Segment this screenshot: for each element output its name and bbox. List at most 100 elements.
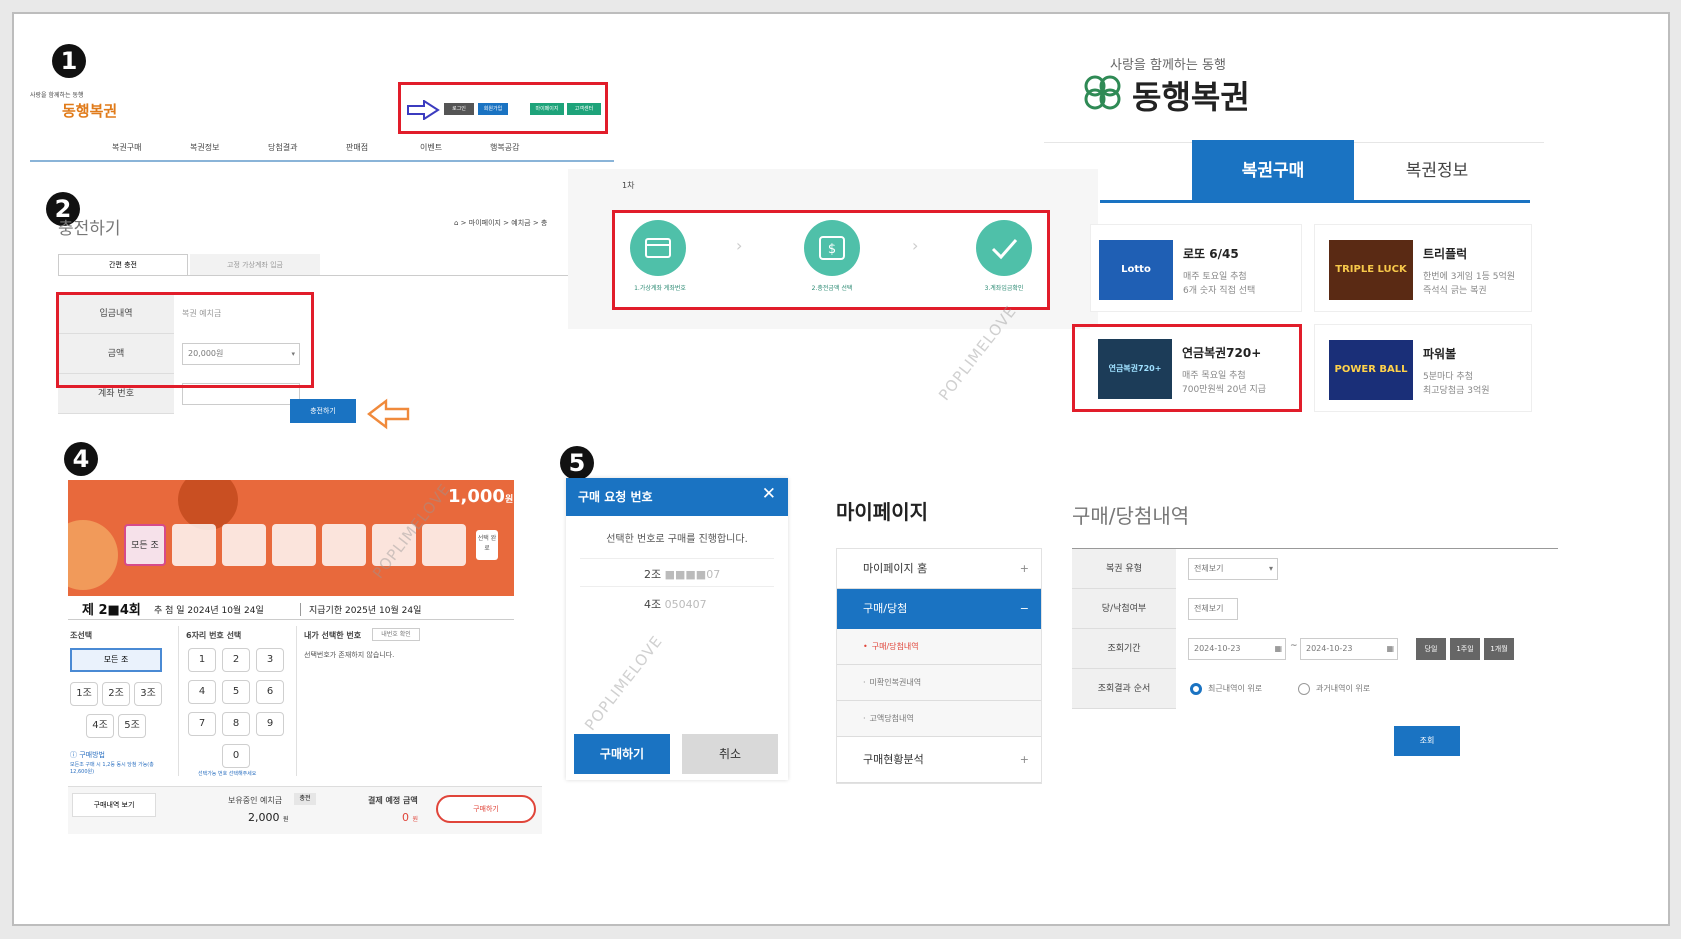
history-filter-form: 복권 유형 전체보기 ▾ 당/낙첨여부 전체보기 조회기간 2024-10-23 ▦… [1072, 549, 1558, 709]
digit-5-key[interactable]: 5 [222, 680, 250, 704]
charge-page-title: 충전하기 [58, 219, 121, 239]
column-divider [178, 626, 179, 776]
tab-divider [58, 275, 578, 276]
digit-2-key[interactable]: 2 [222, 648, 250, 672]
shop-logo-name[interactable]: 동행복권 [1132, 72, 1250, 118]
charge-chip[interactable]: 충전 [294, 793, 316, 805]
login-button[interactable]: 로그인 [444, 103, 474, 115]
digit-0-key[interactable]: 0 [222, 744, 250, 768]
date-to-field[interactable]: 2024-10-23 ▦ [1300, 638, 1398, 660]
product-name: 로또 6/45 [1183, 247, 1239, 261]
product-card-lotto[interactable]: Lotto 로또 6/45 매주 토요일 추첨 6개 숫자 직접 선택 [1090, 224, 1302, 312]
win-status-select[interactable]: 전체보기 [1188, 598, 1238, 620]
digit-1-key[interactable]: 1 [188, 648, 216, 672]
menu-item-mypage-home[interactable]: 마이페이지 홈 + [837, 549, 1041, 589]
nav-item-results[interactable]: 당첨결과 [268, 142, 297, 153]
signup-button[interactable]: 회원가입 [478, 103, 508, 115]
arrow-left-icon [367, 398, 410, 430]
digit-9-key[interactable]: 9 [256, 712, 284, 736]
draw-date: 추 첨 일 2024년 10월 24일 [154, 606, 264, 616]
number-slot [322, 524, 366, 566]
date-from-field[interactable]: 2024-10-23 ▦ [1188, 638, 1286, 660]
step-amount-label: 2.충전금액 선택 [811, 285, 853, 292]
menu-item-purchase-win[interactable]: 구매/당첨 − [837, 589, 1041, 629]
round-number: 제 2■4회 [82, 603, 141, 618]
search-button[interactable]: 조회 [1394, 726, 1460, 756]
product-name: 파워볼 [1423, 347, 1457, 361]
nav-item-stores[interactable]: 판매점 [346, 142, 368, 153]
tab-lottery-buy[interactable]: 복권구매 [1192, 140, 1354, 202]
mypage-button[interactable]: 마이페이지 [530, 103, 564, 115]
leaf-decoration [68, 520, 118, 590]
select-done-chip[interactable]: 선택 완료 [476, 530, 498, 560]
request-row: 4조 050407 [644, 598, 707, 611]
range-today-button[interactable]: 당일 [1416, 638, 1446, 660]
order-past-radio[interactable] [1298, 683, 1310, 695]
my-numbers-check-button[interactable]: 내번호 확인 [372, 628, 420, 641]
close-icon[interactable]: ✕ [762, 484, 776, 504]
site-logo[interactable]: 동행복권 [62, 100, 117, 121]
dialog-divider [580, 558, 774, 559]
step-1-marker: 1 [52, 44, 86, 78]
digit-3-key[interactable]: 3 [256, 648, 284, 672]
nav-item-events[interactable]: 이벤트 [420, 142, 442, 153]
mypage-title: 마이페이지 [836, 500, 928, 524]
number-slot [222, 524, 266, 566]
pay-amount-label: 결제 예정 금액 [368, 796, 418, 805]
digit-4-key[interactable]: 4 [188, 680, 216, 704]
digits-note: 선택가능 번호 선택해주세요 [198, 771, 257, 777]
product-card-tripleluck[interactable]: TRIPLE LUCK 트리플럭 한번에 3게임 1등 5억원 즉석식 긁는 복… [1314, 224, 1532, 312]
product-desc: 매주 토요일 추첨 [1183, 272, 1247, 282]
charge-button[interactable]: 충전하기 [290, 399, 356, 423]
digit-7-key[interactable]: 7 [188, 712, 216, 736]
nav-item-info[interactable]: 복권정보 [190, 142, 219, 153]
tab-lottery-info[interactable]: 복권정보 [1356, 140, 1518, 202]
calendar-icon[interactable]: ▦ [1274, 639, 1282, 659]
deposit-label: 보유중인 예치금 [228, 796, 283, 805]
customer-center-button[interactable]: 고객센터 [567, 103, 601, 115]
view-history-button[interactable]: 구매내역 보기 [72, 793, 156, 817]
breadcrumb: ⌂ > 마이페이지 > 예치금 > 충 [454, 219, 548, 227]
group-1-button[interactable]: 1조 [70, 682, 98, 706]
digits-title: 6자리 번호 선택 [186, 631, 242, 640]
chevron-right-icon: › [736, 236, 743, 255]
step-confirm-icon [976, 220, 1032, 276]
product-card-powerball[interactable]: POWER BALL 파워볼 5분마다 추첨 최고당첨금 3억원 [1314, 324, 1532, 412]
number-slot [422, 524, 466, 566]
nav-item-buy[interactable]: 복권구매 [112, 142, 141, 153]
history-title: 구매/당첨내역 [1072, 504, 1190, 528]
submenu-unchecked[interactable]: · 미확인복권내역 [837, 665, 1041, 701]
submenu-purchase-history[interactable]: • 구매/당첨내역 [837, 629, 1041, 665]
tab-fixed-account[interactable]: 고정 가상계좌 입금 [190, 254, 320, 276]
group-slot[interactable]: 모든 조 [124, 524, 166, 566]
range-month-button[interactable]: 1개월 [1484, 638, 1514, 660]
group-3-button[interactable]: 3조 [134, 682, 162, 706]
purchase-guide-title[interactable]: ⓘ 구매방법 [70, 750, 105, 760]
purchase-request-dialog: 구매 요청 번호 ✕ 선택한 번호로 구매를 진행합니다. 2조 ■■■■07 … [566, 478, 788, 780]
composite-frame: 1 사랑을 함께하는 동행 동행복권 로그인 회원가입 마이페이지 고객센터 복… [12, 12, 1670, 926]
order-recent-label: 최근내역이 위로 [1208, 684, 1263, 693]
submenu-high-prize[interactable]: · 고액당첨내역 [837, 701, 1041, 737]
tab-easy-charge[interactable]: 간편 충전 [58, 254, 188, 276]
calendar-icon[interactable]: ▦ [1386, 639, 1394, 659]
menu-item-analysis[interactable]: 구매현황분석 + [837, 737, 1041, 783]
dialog-buy-button[interactable]: 구매하기 [574, 734, 670, 774]
group-4-button[interactable]: 4조 [86, 714, 114, 738]
pay-deadline: 지급기한 2025년 10월 24일 [300, 603, 421, 616]
digit-6-key[interactable]: 6 [256, 680, 284, 704]
order-recent-radio[interactable] [1190, 683, 1202, 695]
range-week-button[interactable]: 1주일 [1450, 638, 1480, 660]
date-separator: ~ [1290, 641, 1298, 651]
shop-tab-underline [1100, 200, 1530, 203]
filter-label-type: 복권 유형 [1072, 549, 1176, 589]
step-5-marker: 5 [560, 446, 594, 480]
highlight-charge-form [56, 292, 314, 388]
group-all-button[interactable]: 모든 조 [70, 648, 162, 672]
nav-item-happy[interactable]: 행복공감 [490, 142, 519, 153]
digit-8-key[interactable]: 8 [222, 712, 250, 736]
buy-ticket-button[interactable]: 구매하기 [436, 795, 536, 823]
group-2-button[interactable]: 2조 [102, 682, 130, 706]
group-5-button[interactable]: 5조 [118, 714, 146, 738]
lottery-type-select[interactable]: 전체보기 ▾ [1188, 558, 1278, 580]
dialog-cancel-button[interactable]: 취소 [682, 734, 778, 774]
